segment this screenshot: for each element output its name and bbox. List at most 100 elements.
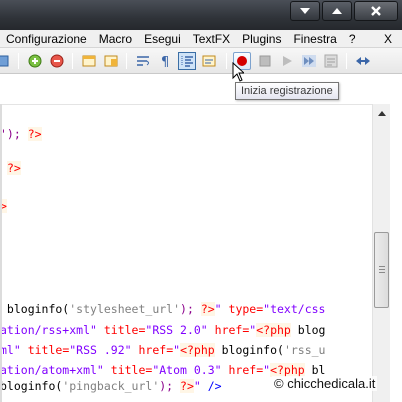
indent-guide-button[interactable]: [178, 52, 196, 70]
toolbar-separator: [126, 53, 127, 69]
code-token: href=: [214, 323, 250, 337]
mouse-pointer-icon: [232, 62, 244, 82]
playback-button[interactable]: [278, 52, 296, 70]
menu-esegui[interactable]: Esegui: [138, 30, 187, 48]
stop-icon: [259, 55, 271, 67]
menu-bar: Configurazione Macro Esegui TextFX Plugi…: [0, 30, 402, 48]
document-icon: [202, 55, 216, 67]
menu-plugins[interactable]: Plugins: [236, 30, 287, 48]
code-editor[interactable]: '); ?> ?> > bloginfo('stylesheet_url'); ?…: [0, 104, 372, 402]
user-lang-button[interactable]: [200, 52, 218, 70]
code-token: title=: [103, 323, 146, 337]
code-token: />: [207, 379, 222, 393]
code-token: <?php: [270, 363, 305, 377]
window-edge: [390, 104, 402, 402]
code-token: ": [214, 302, 229, 316]
wrap-lines-icon: [137, 56, 149, 66]
minimize-button[interactable]: [290, 1, 320, 21]
grip-line: [379, 272, 385, 273]
toolbar-separator: [346, 53, 347, 69]
menu-configurazione[interactable]: Configurazione: [0, 30, 93, 48]
zoom-in-icon: [28, 54, 42, 68]
code-token: blog: [290, 323, 326, 337]
code-token: ?>: [6, 161, 21, 175]
zoom-in-button[interactable]: [26, 52, 44, 70]
code-token: href=: [138, 343, 174, 357]
zoom-out-button[interactable]: [48, 52, 66, 70]
sync-vertical-button[interactable]: [80, 52, 98, 70]
menu-textfx[interactable]: TextFX: [187, 30, 236, 48]
tooltip: Inizia registrazione: [235, 82, 339, 100]
window-icon: [82, 55, 96, 67]
menu-macro[interactable]: Macro: [93, 30, 138, 48]
macro-save-icon: [324, 54, 338, 68]
extra-tool-button[interactable]: [354, 52, 372, 70]
code-token: href=: [228, 363, 264, 377]
menu-help[interactable]: ?: [343, 30, 362, 48]
watermark: © chicchedicala.it: [272, 376, 378, 391]
scrollbar-thumb[interactable]: [374, 232, 389, 308]
toolbar-separator: [72, 53, 73, 69]
window-controls: [290, 1, 398, 21]
code-token: );: [180, 302, 201, 316]
close-icon: [371, 6, 381, 16]
code-token: <?php: [180, 343, 215, 357]
code-token: title=: [27, 343, 70, 357]
zoom-out-icon: [50, 54, 64, 68]
code-token: "RSS 2.0": [145, 323, 215, 337]
code-token: bloginfo(: [214, 343, 284, 357]
fast-forward-icon: [302, 55, 316, 67]
code-token: ?>: [27, 127, 42, 141]
window-icon: [104, 55, 118, 67]
grip-line: [379, 266, 385, 267]
code-line: '); ?>: [0, 127, 42, 142]
code-line: bloginfo('pingback_url'); ?>" />: [0, 379, 222, 394]
code-line: ml" title="RSS .92" href="<?php bloginfo…: [0, 343, 325, 358]
editor-margin: [0, 104, 2, 402]
toolbar-separator: [18, 53, 19, 69]
code-token: "RSS .92": [69, 343, 139, 357]
save-macro-button[interactable]: [322, 52, 340, 70]
code-token: 'pingback_url': [62, 379, 160, 393]
sync-icon[interactable]: [0, 52, 12, 70]
chevron-up-icon: [377, 110, 386, 116]
code-token: ml": [0, 343, 28, 357]
code-line: ?>: [0, 161, 21, 176]
code-token: ation/atom+xml": [0, 363, 111, 377]
code-token: "Atom 0.3": [152, 363, 229, 377]
code-token: title=: [110, 363, 153, 377]
scroll-up-arrow[interactable]: [373, 106, 390, 120]
code-line: bloginfo('stylesheet_url'); ?>" type="te…: [0, 302, 325, 317]
chevron-up-icon: [332, 8, 342, 14]
title-bar: [0, 0, 402, 30]
code-token: ?>: [200, 302, 215, 316]
code-token: <?php: [256, 323, 291, 337]
code-token: ');: [0, 127, 28, 141]
run-macro-multiple-button[interactable]: [300, 52, 318, 70]
grip-line: [379, 269, 385, 270]
indent-lines-icon: [181, 56, 193, 67]
word-wrap-button[interactable]: [134, 52, 152, 70]
close-window-button[interactable]: [354, 1, 398, 21]
code-token: ": [193, 379, 208, 393]
vertical-scrollbar[interactable]: [372, 104, 390, 402]
code-token: );: [159, 379, 181, 393]
stop-recording-button[interactable]: [256, 52, 274, 70]
menu-finestra[interactable]: Finestra: [287, 30, 342, 48]
show-all-chars-button[interactable]: ¶: [156, 52, 174, 70]
sync-horizontal-button[interactable]: [102, 52, 120, 70]
code-line: ation/rss+xml" title="RSS 2.0" href="<?p…: [0, 323, 325, 338]
code-token: 'stylesheet_url': [69, 302, 181, 316]
code-token: "text/css: [263, 302, 326, 316]
play-icon: [283, 56, 292, 66]
svg-text:¶: ¶: [161, 55, 169, 69]
code-token: bloginfo(: [0, 379, 63, 393]
code-token: type=: [228, 302, 264, 316]
maximize-button[interactable]: [322, 1, 352, 21]
code-token: bl: [304, 363, 326, 377]
chevron-down-icon: [300, 8, 310, 14]
code-token: 'rss_u: [283, 343, 326, 357]
toolbar-separator: [226, 53, 227, 69]
arrows-icon: [356, 57, 370, 65]
close-document-button[interactable]: X: [378, 30, 402, 48]
